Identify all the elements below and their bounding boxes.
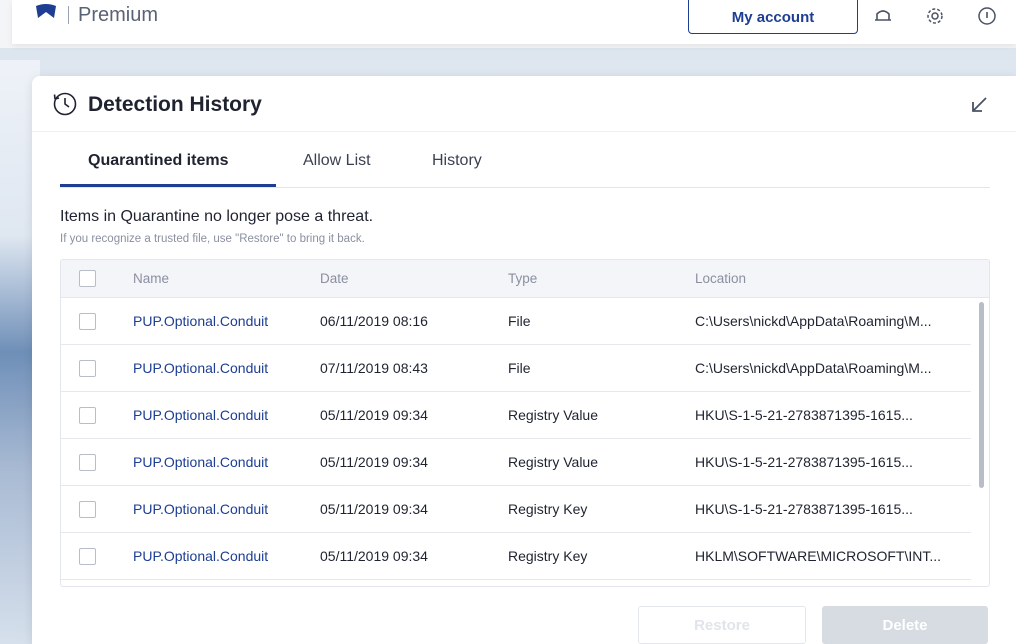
- detection-history-panel: Detection History Quarantined items Allo…: [32, 76, 1016, 644]
- collapse-arrow-icon[interactable]: [968, 94, 990, 116]
- delete-button[interactable]: Delete: [822, 606, 988, 644]
- product-name: Premium: [78, 4, 159, 26]
- panel-title: Detection History: [88, 93, 262, 116]
- row-checkbox[interactable]: [79, 360, 96, 377]
- row-location: C:\Users\nickd\AppData\Roaming\M...: [695, 313, 932, 329]
- row-location: HKU\S-1-5-21-2783871395-1615...: [695, 407, 913, 423]
- row-name: PUP.Optional.Conduit: [133, 548, 269, 564]
- tab-history[interactable]: History: [432, 152, 482, 188]
- restore-button[interactable]: Restore: [638, 606, 806, 644]
- history-clock-icon: [53, 92, 77, 116]
- row-type: File: [508, 313, 531, 329]
- topbar-divider: [68, 6, 69, 24]
- panel-header: Detection History: [32, 76, 1016, 132]
- row-date: 05/11/2019 09:34: [320, 454, 428, 470]
- table-header: Name Date Type Location: [61, 260, 989, 298]
- quarantine-hint-text: If you recognize a trusted file, use "Re…: [60, 233, 365, 245]
- logo-icon: [36, 4, 56, 18]
- my-account-button[interactable]: My account: [688, 0, 858, 34]
- row-name: PUP.Optional.Conduit: [133, 360, 269, 376]
- row-type: Registry Key: [508, 548, 588, 564]
- table-row[interactable]: PUP.Optional.Conduit 06/11/2019 08:16 Fi…: [61, 298, 971, 345]
- top-bar: Premium My account: [12, 0, 1016, 44]
- table-scrollbar[interactable]: [975, 298, 989, 586]
- row-type: Registry Value: [508, 454, 599, 470]
- tab-bar: Quarantined items Allow List History: [60, 148, 990, 188]
- row-name: PUP.Optional.Conduit: [133, 501, 269, 517]
- row-checkbox[interactable]: [79, 313, 96, 330]
- row-checkbox[interactable]: [79, 454, 96, 471]
- row-name: PUP.Optional.Conduit: [133, 407, 269, 423]
- scrollbar-thumb[interactable]: [979, 302, 984, 488]
- row-location: C:\Users\nickd\AppData\Roaming\M...: [695, 360, 932, 376]
- bell-icon[interactable]: [872, 6, 894, 26]
- quarantine-table: Name Date Type Location PUP.Optional.Con…: [60, 259, 990, 587]
- table-row[interactable]: PUP.Optional.Conduit 05/11/2019 09:34 Re…: [61, 533, 971, 580]
- table-row[interactable]: PUP.Optional.Conduit 05/11/2019 09:34 Re…: [61, 486, 971, 533]
- row-type: File: [508, 360, 531, 376]
- row-checkbox[interactable]: [79, 501, 96, 518]
- row-name: PUP.Optional.Conduit: [133, 313, 269, 329]
- select-all-checkbox[interactable]: [79, 270, 96, 287]
- row-checkbox[interactable]: [79, 407, 96, 424]
- table-row[interactable]: PUP.Optional.Conduit 05/11/2019 09:34 Re…: [61, 439, 971, 486]
- row-date: 05/11/2019 09:34: [320, 548, 428, 564]
- row-name: PUP.Optional.Conduit: [133, 454, 269, 470]
- help-icon[interactable]: [976, 6, 998, 26]
- gear-icon[interactable]: [924, 6, 946, 26]
- tab-quarantined-items[interactable]: Quarantined items: [88, 152, 228, 188]
- column-header-location[interactable]: Location: [695, 271, 746, 286]
- column-header-type[interactable]: Type: [508, 271, 537, 286]
- quarantine-info-text: Items in Quarantine no longer pose a thr…: [60, 208, 374, 225]
- row-checkbox[interactable]: [79, 548, 96, 565]
- row-type: Registry Key: [508, 501, 588, 517]
- table-row[interactable]: PUP.Optional.Conduit 07/11/2019 08:43 Fi…: [61, 345, 971, 392]
- row-location: HKU\S-1-5-21-2783871395-1615...: [695, 501, 913, 517]
- column-header-date[interactable]: Date: [320, 271, 349, 286]
- column-header-name[interactable]: Name: [133, 271, 169, 286]
- tab-allow-list[interactable]: Allow List: [303, 152, 371, 188]
- row-type: Registry Value: [508, 407, 599, 423]
- row-location: HKU\S-1-5-21-2783871395-1615...: [695, 454, 913, 470]
- row-date: 06/11/2019 08:16: [320, 313, 428, 329]
- table-row[interactable]: PUP.Optional.Conduit 05/11/2019 09:34 Re…: [61, 392, 971, 439]
- row-date: 07/11/2019 08:43: [320, 360, 428, 376]
- active-tab-indicator: [60, 184, 276, 187]
- row-date: 05/11/2019 09:34: [320, 407, 428, 423]
- row-location: HKLM\SOFTWARE\MICROSOFT\INT...: [695, 548, 942, 564]
- row-date: 05/11/2019 09:34: [320, 501, 428, 517]
